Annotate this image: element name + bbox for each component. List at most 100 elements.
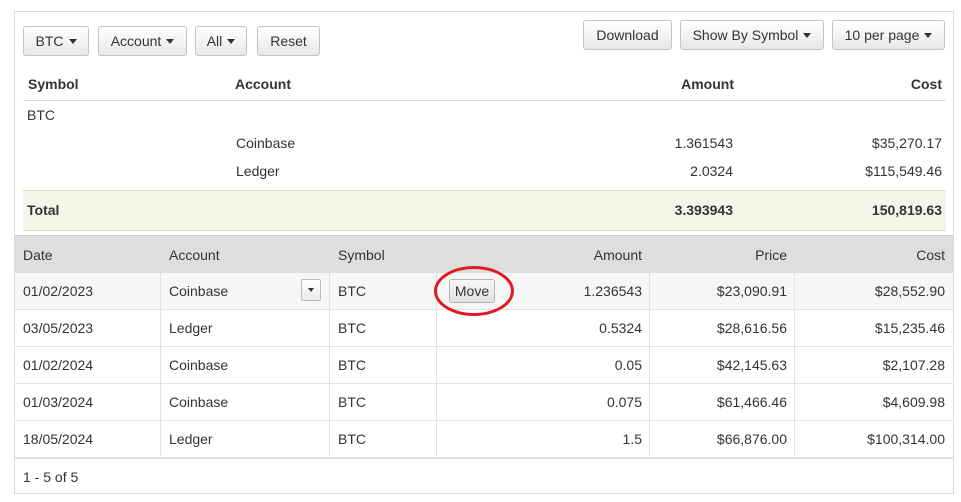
row-account: Ledger [169,320,213,336]
row-date: 18/05/2024 [23,431,94,447]
table-row[interactable]: 01/02/2024 Coinbase BTC 0.05 $42,145.63 … [15,347,953,384]
row-date: 01/03/2024 [23,394,94,410]
summary-cost: $115,549.46 [865,163,942,179]
column-divider [160,347,161,384]
pagination-summary: 1 - 5 of 5 [23,469,79,485]
row-date: 01/02/2023 [23,283,94,299]
summary-header-cost: Cost [910,76,942,92]
row-symbol: BTC [338,357,366,373]
row-price: $42,145.63 [716,357,787,373]
summary-amount: 1.361543 [674,135,733,151]
summary-cost: $35,270.17 [871,135,942,151]
column-divider [436,347,437,384]
account-select-dropdown[interactable] [301,279,321,301]
holdings-panel: BTC Account All Reset Download Show By S… [14,11,954,494]
summary-total-row: Total 3.393943 150,819.63 [23,190,946,231]
column-divider [794,273,795,310]
row-amount: 0.05 [614,357,642,373]
table-row[interactable]: 03/05/2023 Ledger BTC 0.5324 $28,616.56 … [15,310,953,347]
row-date: 01/02/2024 [23,357,94,373]
column-divider [329,273,330,310]
group-by-label: Show By Symbol [692,27,799,43]
page-size-label: 10 per page [844,27,920,43]
range-filter-dropdown[interactable]: All [195,26,247,56]
column-divider [794,310,795,347]
row-price: $61,466.46 [716,394,787,410]
toolbar: BTC Account All Reset Download Show By S… [15,12,953,64]
reset-button[interactable]: Reset [257,26,320,56]
table-row[interactable]: 01/02/2023 Coinbase BTC Move 1.236543 $2… [15,266,953,316]
column-divider [649,273,650,310]
transactions-grid: Date Account Symbol Amount Price Cost 01… [15,235,953,458]
chevron-down-icon [227,38,236,44]
total-amount: 3.393943 [674,202,733,218]
summary-header-amount: Amount [681,76,734,92]
row-amount: 0.5324 [599,320,642,336]
chevron-down-icon [803,32,812,38]
column-divider [436,310,437,347]
grid-header-symbol[interactable]: Symbol [338,236,385,274]
total-cost: 150,819.63 [871,202,942,218]
row-symbol: BTC [338,394,366,410]
symbol-filter-dropdown[interactable]: BTC [23,26,89,56]
column-divider [160,310,161,347]
column-divider [160,421,161,458]
grid-header-account[interactable]: Account [169,236,220,274]
chevron-down-icon [308,288,314,292]
column-divider [649,384,650,421]
row-amount: 1.5 [622,431,642,447]
column-divider [436,273,437,310]
row-price: $66,876.00 [716,431,787,447]
total-label: Total [27,202,60,218]
summary-account: Ledger [236,163,280,179]
summary-amount: 2.0324 [690,163,733,179]
row-amount: 0.075 [606,394,642,410]
account-filter-dropdown[interactable]: Account [98,26,187,56]
row-symbol: BTC [338,320,366,336]
download-button-label: Download [596,27,659,43]
column-divider [649,347,650,384]
column-divider [794,421,795,458]
row-price: $23,090.91 [716,283,787,299]
grid-header-cost[interactable]: Cost [916,236,945,274]
row-account: Coinbase [169,283,229,299]
row-cost: $28,552.90 [874,283,945,299]
column-divider [436,421,437,458]
row-amount: 1.236543 [583,283,642,299]
account-filter-label: Account [110,33,162,49]
column-divider [329,421,330,458]
summary-account: Coinbase [236,135,296,151]
row-cost: $15,235.46 [874,320,945,336]
row-account: Ledger [169,431,213,447]
summary-header-symbol: Symbol [28,76,79,92]
symbol-filter-label: BTC [35,33,64,49]
summary-row: Ledger 2.0324 $115,549.46 [23,157,946,185]
table-row[interactable]: 18/05/2024 Ledger BTC 1.5 $66,876.00 $10… [15,421,953,458]
column-divider [436,384,437,421]
summary-header-account: Account [235,76,291,92]
chevron-down-icon [166,38,175,44]
column-divider [329,310,330,347]
table-row[interactable]: 01/03/2024 Coinbase BTC 0.075 $61,466.46… [15,384,953,421]
column-divider [794,347,795,384]
row-symbol: BTC [338,283,366,299]
row-cost: $2,107.28 [882,357,945,373]
download-button[interactable]: Download [583,20,672,50]
grid-header-date[interactable]: Date [23,236,53,274]
grid-header-price[interactable]: Price [755,236,787,274]
summary-table: Symbol Account Amount Cost BTC Coinbase … [23,64,946,231]
row-cost: $4,609.98 [882,394,945,410]
page-size-dropdown[interactable]: 10 per page [832,20,945,50]
summary-row: Coinbase 1.361543 $35,270.17 [23,129,946,157]
range-filter-label: All [206,33,223,49]
column-divider [160,273,161,310]
column-divider [649,310,650,347]
group-by-dropdown[interactable]: Show By Symbol [680,20,824,50]
reset-button-label: Reset [270,33,307,49]
summary-header-row: Symbol Account Amount Cost [23,64,946,101]
row-price: $28,616.56 [716,320,787,336]
move-button[interactable]: Move [449,279,495,303]
row-cost: $100,314.00 [867,431,945,447]
grid-header-amount[interactable]: Amount [594,236,642,274]
pagination-footer: 1 - 5 of 5 [15,458,953,494]
